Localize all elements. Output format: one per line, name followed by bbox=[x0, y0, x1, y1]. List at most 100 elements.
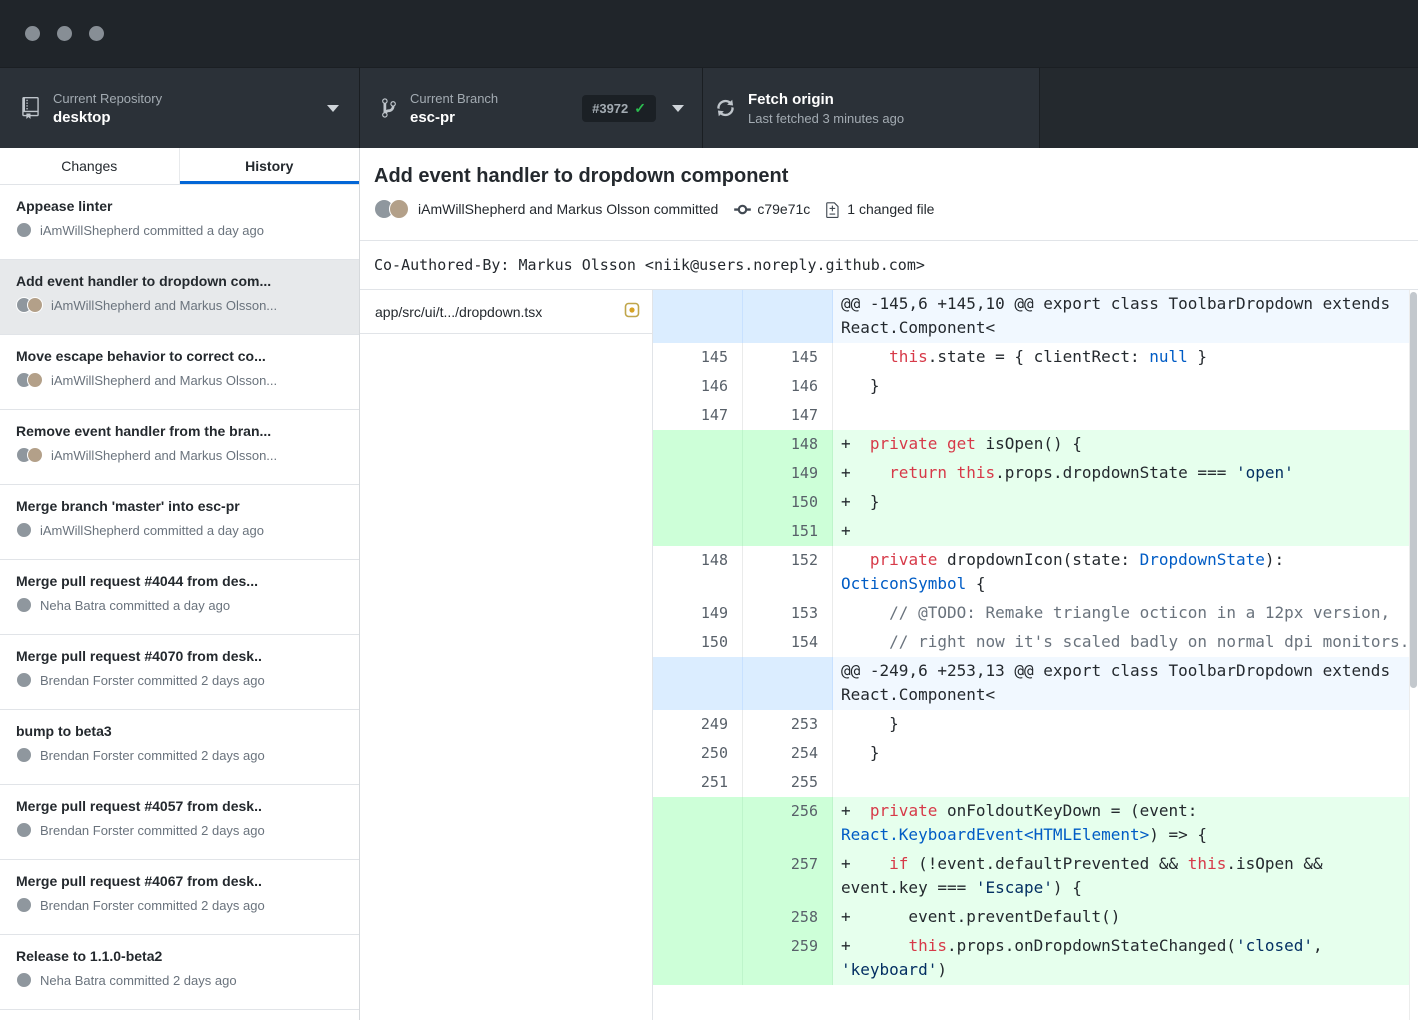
line-number-old: 147 bbox=[653, 401, 743, 430]
diff-line: 256+ private onFoldoutKeyDown = (event: … bbox=[653, 797, 1418, 850]
diff-code-line: + bbox=[833, 517, 1418, 546]
sidebar-tabs: Changes History bbox=[0, 148, 359, 185]
chevron-down-icon bbox=[672, 105, 684, 112]
diff-line: 149+ return this.props.dropdownState ===… bbox=[653, 459, 1418, 488]
line-number-new: 151 bbox=[743, 517, 833, 546]
fetch-origin-button[interactable]: Fetch origin Last fetched 3 minutes ago bbox=[703, 68, 1040, 148]
diff-line: 257+ if (!event.defaultPrevented && this… bbox=[653, 850, 1418, 903]
commit-sha: c79e71c bbox=[757, 201, 810, 217]
commit-item-meta-text: iAmWillShepherd and Markus Olsson... bbox=[51, 298, 277, 313]
commit-item-meta: iAmWillShepherd committed a day ago bbox=[16, 522, 343, 538]
avatar bbox=[16, 897, 32, 913]
line-number-old bbox=[653, 850, 743, 903]
author-avatars bbox=[374, 199, 409, 219]
diff-line: 151+ bbox=[653, 517, 1418, 546]
author-avatars bbox=[16, 972, 32, 988]
tab-changes[interactable]: Changes bbox=[0, 148, 180, 184]
diff-hunk-header: @@ -145,6 +145,10 @@ export class Toolba… bbox=[653, 290, 1418, 343]
commit-title: Add event handler to dropdown component bbox=[374, 163, 1402, 189]
line-number-old: 149 bbox=[653, 599, 743, 628]
main-panel: Add event handler to dropdown component … bbox=[360, 148, 1418, 1020]
commit-list-item[interactable]: Merge pull request #4057 from desk..Bren… bbox=[0, 785, 359, 860]
commit-item-meta-text: Brendan Forster committed 2 days ago bbox=[40, 823, 265, 838]
commit-item-title: Merge pull request #4070 from desk.. bbox=[16, 648, 343, 664]
github-desktop-window: Current Repository desktop Current Branc… bbox=[0, 0, 1418, 1020]
commit-list-item[interactable]: Merge pull request #4067 from desk..Bren… bbox=[0, 860, 359, 935]
commit-list-item[interactable]: Release to 1.1.0-beta2Neha Batra committ… bbox=[0, 935, 359, 1010]
diff-line: 148152 private dropdownIcon(state: Dropd… bbox=[653, 546, 1418, 599]
traffic-light-minimize[interactable] bbox=[57, 26, 72, 41]
commit-description: Co-Authored-By: Markus Olsson <niik@user… bbox=[360, 240, 1418, 290]
fetch-origin-label: Fetch origin bbox=[748, 91, 904, 108]
diff-line: 147147 bbox=[653, 401, 1418, 430]
diff-code-line bbox=[833, 401, 1418, 430]
diff-code-line: + if (!event.defaultPrevented && this.is… bbox=[833, 850, 1418, 903]
current-branch-button[interactable]: Current Branch esc-pr #3972 ✓ bbox=[360, 68, 703, 148]
app-toolbar: Current Repository desktop Current Branc… bbox=[0, 68, 1418, 148]
traffic-light-close[interactable] bbox=[25, 26, 40, 41]
commit-list-item[interactable]: Move escape behavior to correct co...iAm… bbox=[0, 335, 359, 410]
avatar bbox=[16, 597, 32, 613]
commit-list-item[interactable]: Appease linteriAmWillShepherd committed … bbox=[0, 185, 359, 260]
line-number-new: 257 bbox=[743, 850, 833, 903]
traffic-light-zoom[interactable] bbox=[89, 26, 104, 41]
author-avatars bbox=[16, 372, 43, 388]
commit-item-meta: iAmWillShepherd and Markus Olsson... bbox=[16, 372, 343, 388]
line-number-new: 154 bbox=[743, 628, 833, 657]
commit-list-item[interactable]: Merge pull request #4044 from des...Neha… bbox=[0, 560, 359, 635]
line-number-new: 145 bbox=[743, 343, 833, 372]
line-number-new: 152 bbox=[743, 546, 833, 599]
commit-list-item[interactable]: bump to beta3Brendan Forster committed 2… bbox=[0, 710, 359, 785]
diff-code-line: + return this.props.dropdownState === 'o… bbox=[833, 459, 1418, 488]
diff-line: 259+ this.props.onDropdownStateChanged('… bbox=[653, 932, 1418, 985]
commit-list-item[interactable]: Remove event handler from the bran...iAm… bbox=[0, 410, 359, 485]
commit-item-title: Merge branch 'master' into esc-pr bbox=[16, 498, 343, 514]
file-path: app/src/ui/t.../dropdown.tsx bbox=[375, 304, 542, 320]
line-number-old bbox=[653, 430, 743, 459]
commit-item-meta-text: iAmWillShepherd committed a day ago bbox=[40, 223, 264, 238]
commit-item-meta: iAmWillShepherd and Markus Olsson... bbox=[16, 297, 343, 313]
ci-check-icon: ✓ bbox=[634, 100, 646, 117]
current-repository-button[interactable]: Current Repository desktop bbox=[0, 68, 360, 148]
author-avatars bbox=[16, 822, 32, 838]
commit-list-item[interactable]: Add event handler to dropdown com...iAmW… bbox=[0, 260, 359, 335]
author-avatars bbox=[16, 597, 32, 613]
line-number-new: 148 bbox=[743, 430, 833, 459]
commit-list-item[interactable]: Merge pull request #4059 from d... bbox=[0, 1010, 359, 1020]
avatar bbox=[16, 822, 32, 838]
diff-code-line: private dropdownIcon(state: DropdownStat… bbox=[833, 546, 1418, 599]
commit-item-meta-text: iAmWillShepherd and Markus Olsson... bbox=[51, 373, 277, 388]
author-avatars bbox=[16, 522, 32, 538]
diff-line: 258+ event.preventDefault() bbox=[653, 903, 1418, 932]
diff-code-line: } bbox=[833, 710, 1418, 739]
diff-scrollbar[interactable] bbox=[1409, 290, 1418, 1020]
commit-item-title: Release to 1.1.0-beta2 bbox=[16, 948, 343, 964]
avatar bbox=[27, 372, 43, 388]
author-avatars bbox=[16, 222, 32, 238]
diff-line: 150+ } bbox=[653, 488, 1418, 517]
scrollbar-thumb[interactable] bbox=[1410, 292, 1417, 688]
line-number-old: 148 bbox=[653, 546, 743, 599]
commit-item-title: Merge pull request #4044 from des... bbox=[16, 573, 343, 589]
tab-history[interactable]: History bbox=[180, 148, 360, 184]
commit-list-item[interactable]: Merge branch 'master' into esc-pr iAmWill… bbox=[0, 485, 359, 560]
commit-summary: Add event handler to dropdown component … bbox=[360, 148, 1418, 240]
commit-item-meta-text: iAmWillShepherd committed a day ago bbox=[40, 523, 264, 538]
diff-line: 148+ private get isOpen() { bbox=[653, 430, 1418, 459]
commit-list-item[interactable]: Merge pull request #4070 from desk..Bren… bbox=[0, 635, 359, 710]
line-number-new: 253 bbox=[743, 710, 833, 739]
changed-files-count: 1 changed file bbox=[847, 201, 934, 217]
line-number-old: 251 bbox=[653, 768, 743, 797]
author-avatars bbox=[16, 747, 32, 763]
line-number-old bbox=[653, 290, 743, 343]
diff-code-line: + private get isOpen() { bbox=[833, 430, 1418, 459]
diff-line: 149153 // @TODO: Remake triangle octicon… bbox=[653, 599, 1418, 628]
commit-item-title: bump to beta3 bbox=[16, 723, 343, 739]
avatar bbox=[16, 222, 32, 238]
changed-file-item[interactable]: app/src/ui/t.../dropdown.tsx bbox=[360, 290, 652, 334]
git-commit-icon bbox=[734, 200, 751, 219]
git-branch-icon bbox=[382, 97, 396, 119]
current-repository-label: Current Repository bbox=[53, 91, 162, 106]
current-branch-value: esc-pr bbox=[410, 109, 498, 126]
author-avatars bbox=[16, 897, 32, 913]
